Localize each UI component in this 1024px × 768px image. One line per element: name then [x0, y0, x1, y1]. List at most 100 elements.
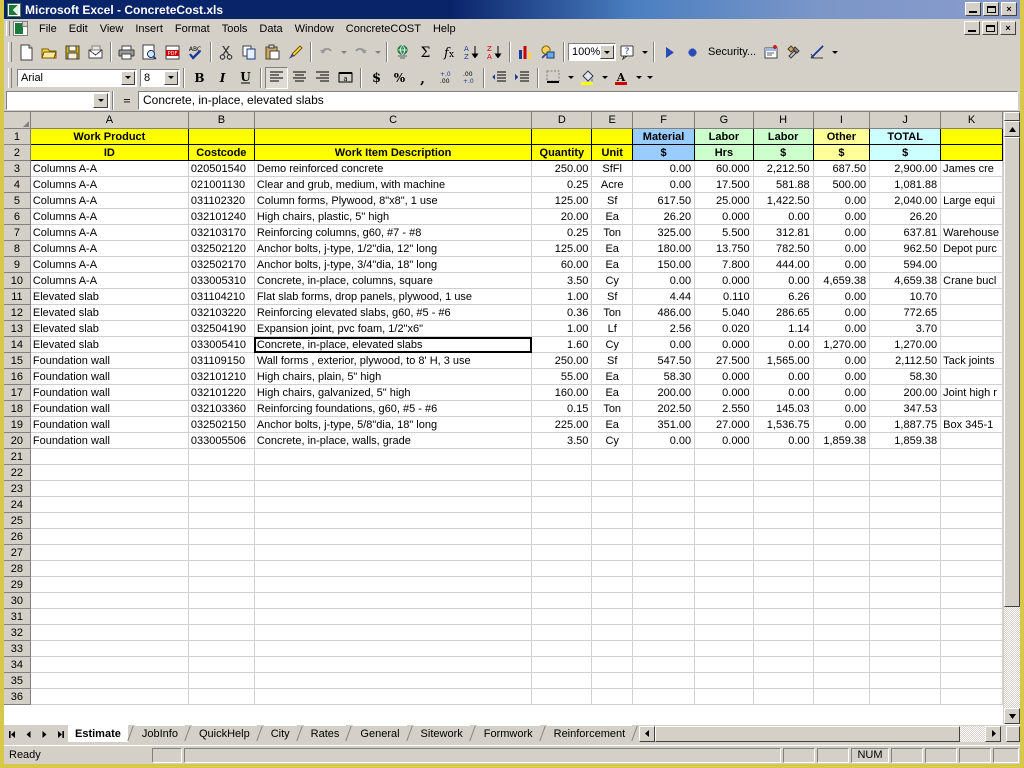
cell-D35[interactable]	[532, 673, 592, 689]
cell-B14[interactable]: 033005410	[188, 337, 254, 353]
cell-I36[interactable]	[813, 689, 870, 705]
scroll-up-button[interactable]	[1004, 121, 1020, 137]
paste-icon[interactable]	[261, 41, 284, 63]
cell-H21[interactable]	[753, 449, 813, 465]
cell-C11[interactable]: Flat slab forms, drop panels, plywood, 1…	[254, 289, 531, 305]
cell-B6[interactable]: 032101240	[188, 209, 254, 225]
cell-E5[interactable]: Sf	[592, 193, 633, 209]
cell-G12[interactable]: 5.040	[695, 305, 754, 321]
cell-C30[interactable]	[254, 593, 531, 609]
cell-K19[interactable]: Box 345-1	[941, 417, 1003, 433]
cell-B30[interactable]	[188, 593, 254, 609]
cell-I35[interactable]	[813, 673, 870, 689]
cell-A5[interactable]: Columns A-A	[30, 193, 188, 209]
pdf-icon[interactable]: PDF	[161, 41, 184, 63]
cell-J26[interactable]	[870, 529, 941, 545]
sheet-tab-formwork[interactable]: Formwork	[477, 725, 540, 742]
cell-E11[interactable]: Sf	[592, 289, 633, 305]
cell-A6[interactable]: Columns A-A	[30, 209, 188, 225]
column-header-A[interactable]: A	[30, 112, 188, 129]
menu-item-edit[interactable]: Edit	[63, 21, 94, 37]
sheet-tab-jobinfo[interactable]: JobInfo	[135, 725, 185, 742]
cell-J34[interactable]	[870, 657, 941, 673]
row-header-15[interactable]: 15	[4, 353, 30, 369]
cell-C9[interactable]: Anchor bolts, j-type, 3/4"dia, 18" long	[254, 257, 531, 273]
cell-I9[interactable]: 0.00	[813, 257, 870, 273]
cell-C24[interactable]	[254, 497, 531, 513]
cell-H28[interactable]	[753, 561, 813, 577]
row-header-3[interactable]: 3	[4, 161, 30, 177]
font-name-dropdown-icon[interactable]	[121, 71, 135, 85]
cell-F13[interactable]: 2.56	[633, 321, 695, 337]
cell-J31[interactable]	[870, 609, 941, 625]
column-header-D[interactable]: D	[532, 112, 592, 129]
cell-C25[interactable]	[254, 513, 531, 529]
cell-D33[interactable]	[532, 641, 592, 657]
cell-H10[interactable]: 0.00	[753, 273, 813, 289]
cell-B29[interactable]	[188, 577, 254, 593]
cell-D11[interactable]: 1.00	[532, 289, 592, 305]
cell-H35[interactable]	[753, 673, 813, 689]
cell-J11[interactable]: 10.70	[870, 289, 941, 305]
cell-J36[interactable]	[870, 689, 941, 705]
menu-item-data[interactable]: Data	[253, 21, 288, 37]
cell-E4[interactable]: Acre	[592, 177, 633, 193]
header-cell-A1[interactable]: Work Product	[30, 129, 188, 145]
row-header-31[interactable]: 31	[4, 609, 30, 625]
cell-J5[interactable]: 2,040.00	[870, 193, 941, 209]
font-color-dropdown-icon[interactable]	[633, 67, 644, 89]
cell-C23[interactable]	[254, 481, 531, 497]
cell-I25[interactable]	[813, 513, 870, 529]
font-name-combo[interactable]: Arial	[17, 69, 137, 87]
cell-G16[interactable]: 0.000	[695, 369, 754, 385]
cell-K9[interactable]	[941, 257, 1003, 273]
menu-item-window[interactable]: Window	[289, 21, 340, 37]
currency-icon[interactable]: $	[365, 67, 388, 89]
row-header-20[interactable]: 20	[4, 433, 30, 449]
vertical-split-box[interactable]	[1004, 112, 1020, 121]
cell-C7[interactable]: Reinforcing columns, g60, #7 - #8	[254, 225, 531, 241]
cell-I31[interactable]	[813, 609, 870, 625]
cell-J28[interactable]	[870, 561, 941, 577]
cell-A23[interactable]	[30, 481, 188, 497]
cell-D24[interactable]	[532, 497, 592, 513]
cell-J10[interactable]: 4,659.38	[870, 273, 941, 289]
cell-A17[interactable]: Foundation wall	[30, 385, 188, 401]
decrease-decimal-icon[interactable]: .00+.0	[457, 67, 480, 89]
cell-C36[interactable]	[254, 689, 531, 705]
cell-J22[interactable]	[870, 465, 941, 481]
cell-B16[interactable]: 032101210	[188, 369, 254, 385]
cell-K7[interactable]: Warehouse	[941, 225, 1003, 241]
cell-F11[interactable]: 4.44	[633, 289, 695, 305]
cell-G4[interactable]: 17.500	[695, 177, 754, 193]
formatting-toolbar-options-icon[interactable]	[644, 67, 655, 89]
cell-F26[interactable]	[633, 529, 695, 545]
row-header-33[interactable]: 33	[4, 641, 30, 657]
cell-G34[interactable]	[695, 657, 754, 673]
increase-decimal-icon[interactable]: +.0.00	[434, 67, 457, 89]
header-cell-I1[interactable]: Other	[813, 129, 870, 145]
row-header-27[interactable]: 27	[4, 545, 30, 561]
cell-J32[interactable]	[870, 625, 941, 641]
row-header-26[interactable]: 26	[4, 529, 30, 545]
header-cell-E1[interactable]	[592, 129, 633, 145]
cell-G5[interactable]: 25.000	[695, 193, 754, 209]
row-header-2[interactable]: 2	[4, 145, 30, 161]
cell-A16[interactable]: Foundation wall	[30, 369, 188, 385]
cell-E13[interactable]: Lf	[592, 321, 633, 337]
row-header-24[interactable]: 24	[4, 497, 30, 513]
print-icon[interactable]	[115, 41, 138, 63]
cell-A21[interactable]	[30, 449, 188, 465]
cell-B12[interactable]: 032103220	[188, 305, 254, 321]
cell-F3[interactable]: 0.00	[633, 161, 695, 177]
cell-H8[interactable]: 782.50	[753, 241, 813, 257]
spelling-icon[interactable]: ABC	[184, 41, 207, 63]
header-cell-H1[interactable]: Labor	[753, 129, 813, 145]
sort-asc-icon[interactable]: AZ	[460, 41, 483, 63]
cell-C28[interactable]	[254, 561, 531, 577]
cell-I8[interactable]: 0.00	[813, 241, 870, 257]
row-header-7[interactable]: 7	[4, 225, 30, 241]
zoom-combo[interactable]: 100%	[568, 43, 616, 61]
security-button[interactable]: Security...	[704, 46, 760, 58]
cell-D12[interactable]: 0.36	[532, 305, 592, 321]
